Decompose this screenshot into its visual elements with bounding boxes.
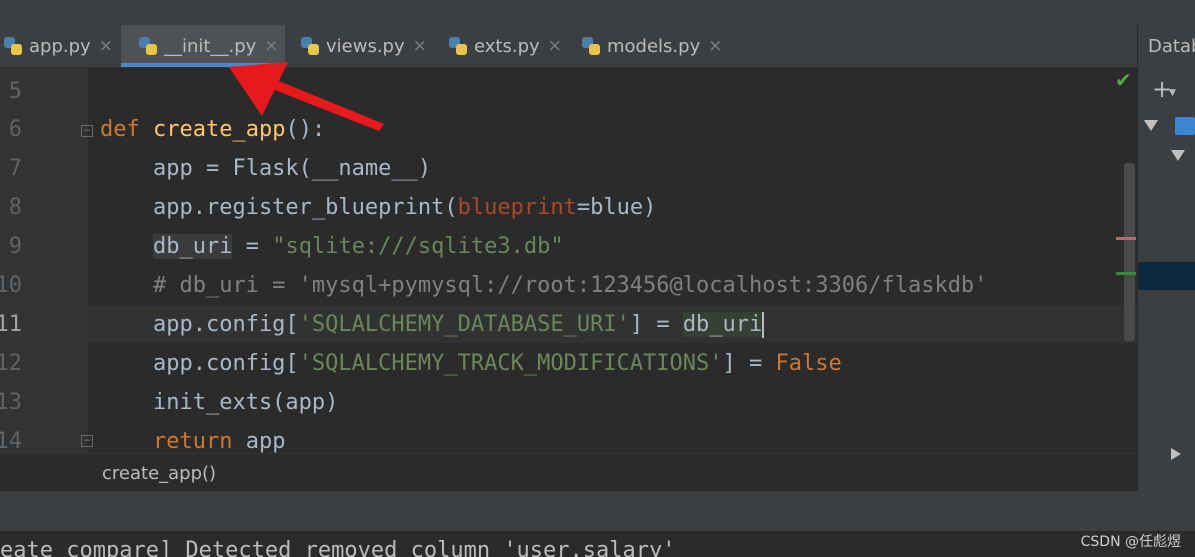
- breadcrumb-item[interactable]: create_app(): [102, 463, 216, 484]
- code-text: ] =: [722, 351, 776, 376]
- fold-icon[interactable]: −: [81, 435, 93, 447]
- tab-label: __init__.py: [164, 35, 257, 57]
- close-icon[interactable]: ×: [413, 36, 427, 56]
- text-cursor: [762, 312, 765, 338]
- inspection-ok-icon[interactable]: ✔: [1115, 68, 1132, 92]
- string-literal: 'SQLALCHEMY_TRACK_MODIFICATIONS': [298, 351, 723, 376]
- string-literal: "sqlite:///sqlite3.db": [272, 234, 564, 259]
- breadcrumb: create_app(): [0, 453, 1137, 492]
- code-line-14: return app: [100, 423, 285, 453]
- tool-window-separator[interactable]: [0, 491, 1195, 531]
- code-text: app: [232, 429, 286, 453]
- line-number: 5: [8, 79, 22, 104]
- python-file-icon: [300, 36, 320, 56]
- expand-tree-icon[interactable]: [1171, 150, 1185, 161]
- line-number: 6: [8, 117, 22, 142]
- tool-window-title: Datab: [1148, 36, 1195, 57]
- close-icon[interactable]: ×: [708, 36, 722, 56]
- code-line-8: app.register_blueprint(blueprint=blue): [100, 189, 656, 227]
- console-output: eate compare] Detected removed column 'u…: [0, 538, 676, 557]
- string-literal: 'SQLALCHEMY_DATABASE_URI': [298, 312, 630, 337]
- code-text: =: [232, 234, 273, 259]
- line-number: 7: [8, 156, 22, 181]
- close-icon[interactable]: ×: [99, 36, 113, 56]
- change-stripe-marker[interactable]: [1116, 272, 1136, 275]
- tab-views-py[interactable]: views.py ×: [286, 25, 434, 67]
- tab-models-py[interactable]: models.py ×: [569, 25, 739, 67]
- code-text: ] =: [629, 312, 683, 337]
- line-number: 13: [0, 390, 22, 415]
- database-icon: [1175, 117, 1195, 135]
- error-stripe-marker[interactable]: [1116, 237, 1136, 240]
- code-line-11: app.config['SQLALCHEMY_DATABASE_URI'] = …: [100, 306, 765, 344]
- tab-label: app.py: [29, 35, 91, 57]
- code-line-6: def create_app():: [100, 111, 325, 149]
- tab-init-py[interactable]: __init__.py ×: [121, 25, 285, 67]
- collapse-tree-icon[interactable]: [1171, 448, 1181, 460]
- dropdown-arrow-icon: ▼: [1169, 88, 1176, 98]
- keyword-argument: blueprint: [457, 195, 577, 220]
- line-number: 12: [0, 351, 22, 376]
- run-console: eate compare] Detected removed column 'u…: [0, 531, 1195, 557]
- code-editor[interactable]: 5 6 7 8 9 10 11 12 13 14 − − def create_…: [0, 68, 1137, 453]
- line-number: 14: [0, 429, 22, 453]
- close-icon[interactable]: ×: [548, 36, 562, 56]
- code-text: ():: [285, 117, 326, 142]
- code-line-10: # db_uri = 'mysql+pymysql://root:123456@…: [100, 273, 988, 298]
- code-text: app.register_blueprint(: [100, 195, 458, 220]
- database-tool-window: Datab + ▼: [1137, 25, 1195, 491]
- code-line-9: db_uri = "sqlite:///sqlite3.db": [100, 228, 564, 266]
- python-file-icon: [138, 36, 158, 56]
- python-file-icon: [3, 36, 23, 56]
- code-line-7: app = Flask(__name__): [100, 156, 432, 181]
- line-number: 9: [8, 234, 22, 259]
- function-name: create_app: [153, 117, 286, 142]
- tab-app-py[interactable]: app.py ×: [0, 25, 120, 67]
- editor-tab-bar: app.py × __init__.py × views.py × exts.p…: [0, 25, 1137, 68]
- line-number: 10: [0, 273, 22, 298]
- python-file-icon: [581, 36, 601, 56]
- tab-exts-py[interactable]: exts.py ×: [434, 25, 569, 67]
- code-text: =blue): [576, 195, 657, 220]
- close-icon[interactable]: ×: [264, 36, 278, 56]
- code-line-13: init_exts(app): [100, 390, 339, 415]
- boolean-literal: False: [775, 351, 842, 376]
- code-line-12: app.config['SQLALCHEMY_TRACK_MODIFICATIO…: [100, 345, 842, 383]
- fold-icon[interactable]: −: [81, 125, 93, 137]
- tab-label: models.py: [607, 35, 701, 57]
- tab-label: exts.py: [474, 35, 540, 57]
- expand-tree-icon[interactable]: [1144, 120, 1158, 131]
- tab-label: views.py: [326, 35, 405, 57]
- variable-usage-highlight: db_uri: [682, 312, 763, 337]
- code-text: app.config[: [100, 312, 299, 337]
- line-number-current: 11: [0, 312, 22, 337]
- code-text: app.config[: [100, 351, 299, 376]
- variable-usage-highlight: db_uri: [152, 234, 233, 259]
- keyword: def: [100, 117, 140, 142]
- keyword: return: [152, 429, 233, 453]
- watermark: CSDN @任彪煜: [1080, 534, 1181, 550]
- tree-selected-row[interactable]: [1138, 262, 1195, 290]
- python-file-icon: [448, 36, 468, 56]
- vertical-scrollbar[interactable]: [1124, 163, 1135, 341]
- title-bar: [0, 0, 1195, 25]
- line-number: 8: [8, 195, 22, 220]
